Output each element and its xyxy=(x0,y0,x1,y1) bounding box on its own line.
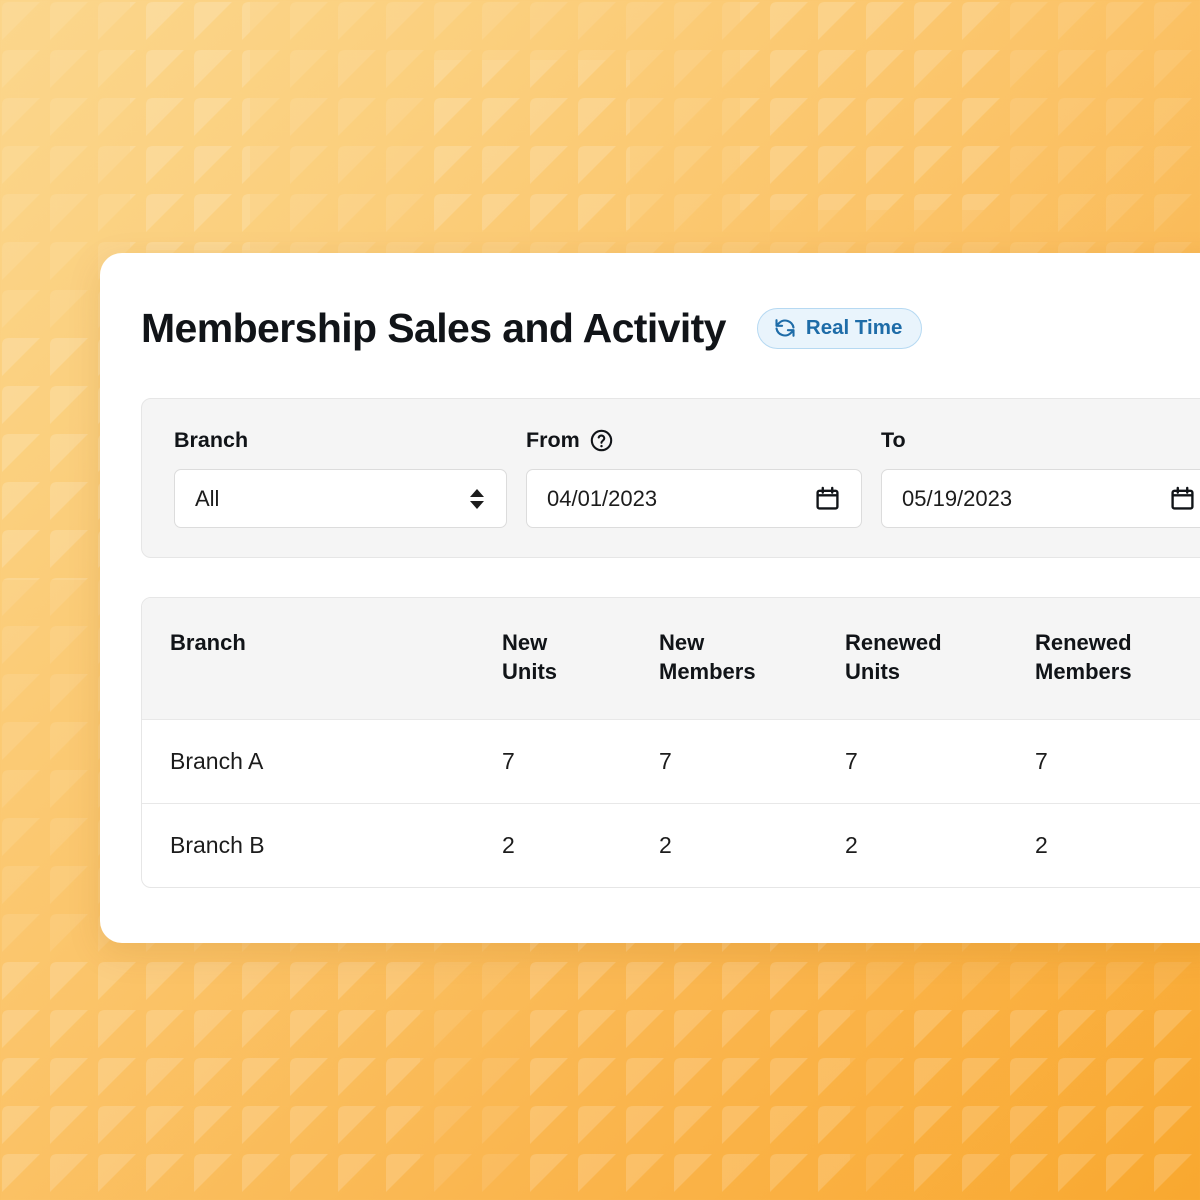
refresh-sync-icon xyxy=(773,316,797,340)
calendar-icon[interactable] xyxy=(1169,485,1196,512)
from-date-label-text: From xyxy=(526,427,580,452)
cell-renewed-units: 7 xyxy=(845,747,858,774)
column-header-renewed-units-line1: Renewed xyxy=(845,630,942,655)
header-row: Membership Sales and Activity Real Time xyxy=(141,299,1200,357)
column-header-renewed-members-line1: Renewed xyxy=(1035,630,1132,655)
stepper-arrows-icon[interactable] xyxy=(470,488,484,509)
branch-filter-label-text: Branch xyxy=(174,427,249,452)
column-header-branch[interactable]: Branch xyxy=(142,598,502,719)
cell-branch: Branch B xyxy=(170,832,265,859)
real-time-badge-label: Real Time xyxy=(805,316,903,339)
to-date-input[interactable]: 05/19/2023 xyxy=(881,469,1200,528)
page-title: Membership Sales and Activity xyxy=(141,304,726,351)
to-date-field: To 05/19/2023 xyxy=(881,428,1200,528)
column-header-branch-line1: Branch xyxy=(170,630,246,655)
table-row[interactable]: Branch B 2 2 2 2 xyxy=(142,803,1200,887)
branch-filter-field: Branch All xyxy=(174,428,507,528)
cell-new-units: 2 xyxy=(502,832,515,859)
real-time-badge[interactable]: Real Time xyxy=(756,307,923,349)
to-date-value: 05/19/2023 xyxy=(902,485,1013,511)
cell-branch: Branch A xyxy=(170,747,264,774)
branch-select[interactable]: All xyxy=(174,469,507,528)
table-row[interactable]: Branch A 7 7 7 7 xyxy=(142,719,1200,803)
calendar-icon[interactable] xyxy=(814,485,841,512)
column-header-renewed-members[interactable]: Renewed Members xyxy=(1035,598,1200,719)
column-header-renewed-units-line2: Units xyxy=(845,659,900,685)
table-head: Branch New Units New Members Renewed Uni… xyxy=(142,598,1200,720)
cell-new-members: 7 xyxy=(659,747,672,774)
branch-select-value: All xyxy=(195,485,220,511)
to-date-label-text: To xyxy=(881,427,906,452)
cell-new-units: 7 xyxy=(502,747,515,774)
column-header-new-units[interactable]: New Units xyxy=(502,598,659,719)
results-table-container: Branch New Units New Members Renewed Uni… xyxy=(141,597,1200,889)
cell-renewed-members: 2 xyxy=(1035,832,1048,859)
column-header-new-members-line1: New xyxy=(659,630,705,655)
from-date-label: From xyxy=(526,428,862,452)
filter-bar: Branch All From 04/01/2023 To 05/19/2023 xyxy=(141,398,1200,558)
table-body: Branch A 7 7 7 7 Branch B 2 2 2 2 xyxy=(142,719,1200,887)
from-date-input[interactable]: 04/01/2023 xyxy=(526,469,862,528)
column-header-new-units-line2: Units xyxy=(502,659,557,685)
cell-renewed-members: 7 xyxy=(1035,747,1048,774)
column-header-new-members[interactable]: New Members xyxy=(659,598,845,719)
membership-activity-table: Branch New Units New Members Renewed Uni… xyxy=(142,598,1200,887)
to-date-label: To xyxy=(881,428,1200,452)
from-date-field: From 04/01/2023 xyxy=(526,428,862,528)
column-header-renewed-members-line2: Members xyxy=(1035,659,1132,685)
column-header-renewed-units[interactable]: Renewed Units xyxy=(845,598,1035,719)
from-date-value: 04/01/2023 xyxy=(547,485,658,511)
cell-renewed-units: 2 xyxy=(845,832,858,859)
column-header-new-members-line2: Members xyxy=(659,659,756,685)
cell-new-members: 2 xyxy=(659,832,672,859)
branch-filter-label: Branch xyxy=(174,428,507,452)
question-circle-icon[interactable] xyxy=(589,428,614,453)
table-header-row: Branch New Units New Members Renewed Uni… xyxy=(142,598,1200,720)
column-header-new-units-line1: New xyxy=(502,630,548,655)
report-card: Membership Sales and Activity Real Time xyxy=(100,253,1200,943)
